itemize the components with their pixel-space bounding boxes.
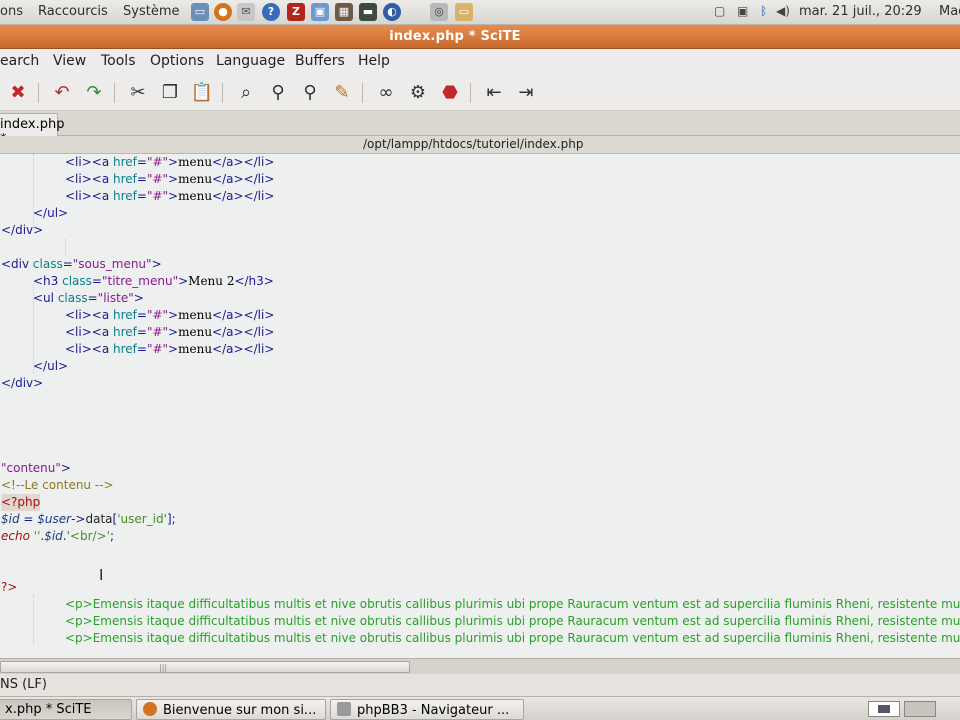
- redo-icon[interactable]: ↷: [82, 81, 106, 105]
- toolbar-separator: [470, 83, 471, 103]
- video-launcher-icon[interactable]: ▦: [335, 3, 353, 21]
- clock[interactable]: mar. 21 juil., 20:29: [799, 4, 922, 19]
- code-line: <div class="sous_menu">: [1, 257, 162, 271]
- mail-launcher-icon[interactable]: ✉: [237, 3, 255, 21]
- menu-view[interactable]: View: [53, 53, 86, 69]
- code-line: <!--Le contenu -->: [1, 478, 114, 492]
- menu-help[interactable]: Help: [358, 53, 390, 69]
- indent-guide: [33, 595, 34, 645]
- workspace-switcher-2[interactable]: [904, 701, 936, 717]
- binoculars-icon[interactable]: ∞: [374, 81, 398, 105]
- copy-icon[interactable]: ❐: [158, 81, 182, 105]
- code-line: <?php: [1, 494, 41, 511]
- code-line: <li><a href="#">menu</a></li>: [65, 308, 275, 322]
- find-in-files-icon[interactable]: ⚲: [298, 81, 322, 105]
- taskbar-item-label: Bienvenue sur mon si...: [163, 703, 317, 718]
- toolbar: ✖ ↶ ↷ ✂ ❐ 📋 ⌕ ⚲ ⚲ ✎ ∞ ⚙ ⬣ ⇤ ⇥: [0, 75, 960, 111]
- indent-guide: [65, 239, 66, 256]
- tab-strip: index.php *: [0, 111, 960, 147]
- code-line: <li><a href="#">menu</a></li>: [65, 342, 275, 356]
- folder-launcher-icon[interactable]: ▭: [455, 3, 473, 21]
- top-panel: ons Raccourcis Système ▭ ● ✉ ? Z ▣ ▦ ▬ ◐…: [0, 0, 960, 25]
- monitor-launcher-icon[interactable]: ▬: [359, 3, 377, 21]
- code-line: </ul>: [33, 359, 69, 373]
- code-line: <h3 class="titre_menu">Menu 2</h3>: [33, 274, 274, 288]
- firefox-icon: [143, 702, 157, 716]
- display-icon[interactable]: ▣: [737, 4, 748, 18]
- menu-search[interactable]: earch: [0, 53, 39, 69]
- code-line: </div>: [1, 223, 44, 237]
- horizontal-scrollbar[interactable]: |||: [0, 658, 960, 674]
- menu-language[interactable]: Language: [216, 53, 285, 69]
- code-line: </ul>: [33, 206, 69, 220]
- code-editor[interactable]: <li><a href="#">menu</a></li> <li><a hre…: [0, 154, 960, 658]
- file-path: /opt/lampp/htdocs/tutoriel/index.php: [363, 137, 584, 151]
- workspace-switcher[interactable]: [868, 701, 900, 717]
- code-line: "contenu">: [1, 461, 71, 475]
- code-line: $id = $user->data['user_id'];: [1, 512, 176, 526]
- file-path-bar: /opt/lampp/htdocs/tutoriel/index.php: [0, 136, 960, 154]
- code-line: <p>Emensis itaque difficultatibus multis…: [65, 631, 960, 645]
- replace-icon[interactable]: ✎: [330, 81, 354, 105]
- grip-icon: |||: [159, 663, 168, 672]
- tab-index-php[interactable]: index.php *: [0, 113, 64, 147]
- paste-icon[interactable]: 📋: [190, 81, 214, 105]
- camera-launcher-icon[interactable]: ◎: [430, 3, 448, 21]
- applications-menu[interactable]: ons: [0, 4, 23, 19]
- bottom-panel: x.php * SciTE Bienvenue sur mon si... ph…: [0, 696, 960, 720]
- workspace-active: [878, 705, 890, 713]
- code-line: <li><a href="#">menu</a></li>: [65, 325, 275, 339]
- window-title: index.php * SciTE: [389, 29, 521, 44]
- status-text: NS (LF): [0, 677, 47, 692]
- code-line: ?>: [1, 580, 18, 594]
- menubar: earch View Tools Options Language Buffer…: [0, 49, 960, 75]
- menu-tools[interactable]: Tools: [101, 53, 136, 69]
- toolbar-separator: [38, 83, 39, 103]
- workspace-icon[interactable]: ▢: [714, 4, 725, 18]
- terminal-launcher-icon[interactable]: ▭: [191, 3, 209, 21]
- menu-options[interactable]: Options: [150, 53, 204, 69]
- taskbar-item-phpbb[interactable]: phpBB3 - Navigateur ...: [330, 699, 524, 720]
- code-line: echo ''.$id.'<br/>';: [1, 529, 114, 543]
- volume-icon[interactable]: ◀): [776, 4, 790, 18]
- firefox-launcher-icon[interactable]: ●: [214, 3, 232, 21]
- cut-icon[interactable]: ✂: [126, 81, 150, 105]
- system-menu[interactable]: Système: [123, 4, 179, 19]
- filezilla-launcher-icon[interactable]: Z: [287, 3, 305, 21]
- stop-icon[interactable]: ⬣: [438, 81, 462, 105]
- next-file-icon[interactable]: ⇥: [514, 81, 538, 105]
- taskbar-item-firefox[interactable]: Bienvenue sur mon si...: [136, 699, 326, 720]
- text-cursor-icon: I: [99, 566, 104, 584]
- compile-icon[interactable]: ⚙: [406, 81, 430, 105]
- undo-icon[interactable]: ↶: [50, 81, 74, 105]
- code-line: <li><a href="#">menu</a></li>: [65, 155, 275, 169]
- close-file-icon[interactable]: ✖: [6, 81, 30, 105]
- bluetooth-icon[interactable]: ᛒ: [760, 4, 767, 18]
- screenshot-launcher-icon[interactable]: ▣: [311, 3, 329, 21]
- status-bar: NS (LF): [0, 674, 960, 696]
- code-line: <p>Emensis itaque difficultatibus multis…: [65, 597, 960, 611]
- find-next-icon[interactable]: ⚲: [266, 81, 290, 105]
- taskbar-item-label: phpBB3 - Navigateur ...: [357, 703, 510, 718]
- toolbar-separator: [114, 83, 115, 103]
- code-line: </div>: [1, 376, 44, 390]
- window-titlebar[interactable]: index.php * SciTE: [0, 25, 960, 49]
- user-menu[interactable]: Mac: [939, 4, 960, 19]
- toolbar-separator: [362, 83, 363, 103]
- code-line: <ul class="liste">: [33, 291, 144, 305]
- places-menu[interactable]: Raccourcis: [38, 4, 108, 19]
- toolbar-separator: [222, 83, 223, 103]
- browser-icon: [337, 702, 351, 716]
- scrollbar-thumb[interactable]: |||: [0, 661, 410, 673]
- code-line: <li><a href="#">menu</a></li>: [65, 172, 275, 186]
- taskbar-item-label: x.php * SciTE: [5, 702, 92, 717]
- taskbar-item-scite[interactable]: x.php * SciTE: [0, 699, 132, 720]
- menu-buffers[interactable]: Buffers: [295, 53, 345, 69]
- network-launcher-icon[interactable]: ◐: [383, 3, 401, 21]
- code-line: <li><a href="#">menu</a></li>: [65, 189, 275, 203]
- help-launcher-icon[interactable]: ?: [262, 3, 280, 21]
- find-icon[interactable]: ⌕: [234, 81, 258, 105]
- code-line: <p>Emensis itaque difficultatibus multis…: [65, 614, 960, 628]
- previous-file-icon[interactable]: ⇤: [482, 81, 506, 105]
